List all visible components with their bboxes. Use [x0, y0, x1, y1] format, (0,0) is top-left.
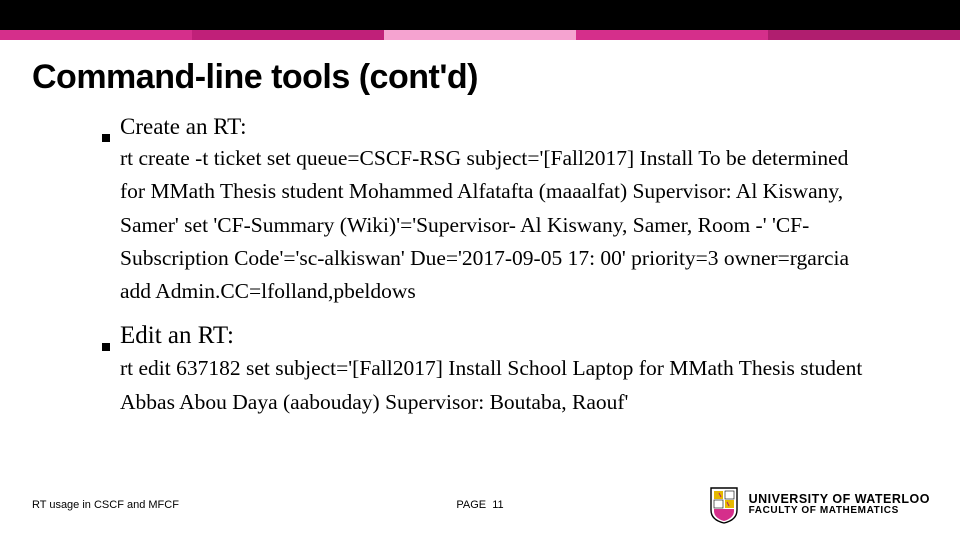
stripe-seg: [384, 30, 576, 40]
list-item: Edit an RT: rt edit 637182 set subject='…: [120, 319, 870, 419]
list-item: Create an RT: rt create -t ticket set qu…: [120, 111, 870, 309]
stripe-seg: [768, 30, 960, 40]
uw-wordmark: UNIVERSITY OF WATERLOO FACULTY OF MATHEM…: [749, 493, 930, 517]
slide-footer: RT usage in CSCF and MFCF PAGE 11 UNIVER…: [0, 486, 960, 524]
stripe-seg: [576, 30, 768, 40]
page-indicator: PAGE 11: [456, 499, 503, 511]
item-heading: Create an RT:: [120, 111, 246, 142]
square-bullet-icon: [102, 134, 110, 142]
slide-content: Create an RT: rt create -t ticket set qu…: [0, 111, 960, 419]
page-number: 11: [492, 499, 503, 511]
footer-left-text: RT usage in CSCF and MFCF: [32, 499, 179, 511]
square-bullet-icon: [102, 343, 110, 351]
page-label: PAGE: [456, 499, 486, 511]
item-body: rt edit 637182 set subject='[Fall2017] I…: [120, 352, 870, 419]
uw-crest-icon: [709, 486, 739, 524]
uw-line2: FACULTY OF MATHEMATICS: [749, 506, 930, 517]
stripe-seg: [192, 30, 384, 40]
item-body: rt create -t ticket set queue=CSCF-RSG s…: [120, 142, 870, 309]
stripe-seg: [0, 30, 192, 40]
accent-stripe: [0, 30, 960, 40]
top-black-bar: [0, 0, 960, 30]
item-heading: Edit an RT:: [120, 319, 234, 353]
slide-title: Command-line tools (cont'd): [0, 40, 960, 111]
footer-right: UNIVERSITY OF WATERLOO FACULTY OF MATHEM…: [709, 486, 930, 524]
